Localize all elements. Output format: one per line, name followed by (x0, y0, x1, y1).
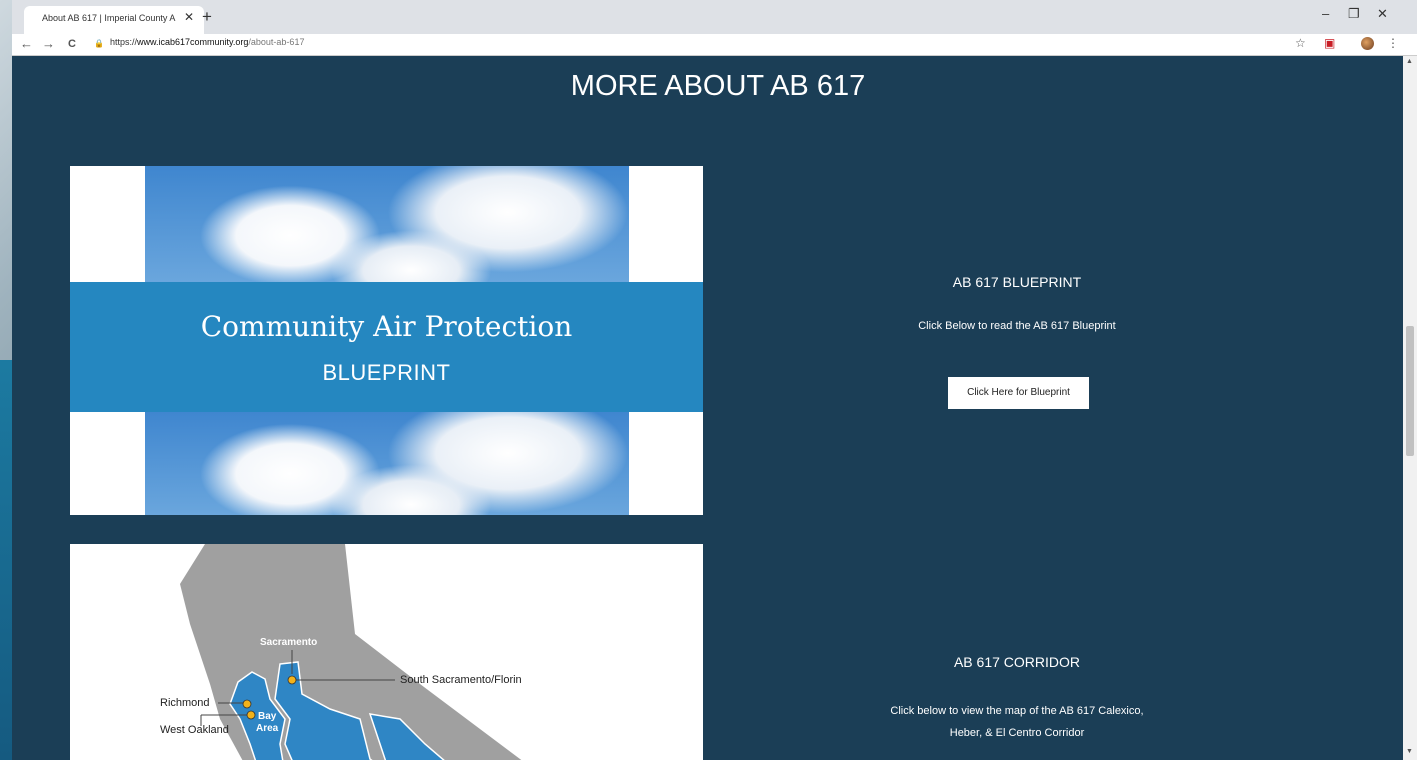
scrollbar-thumb[interactable] (1406, 326, 1414, 456)
url-host: www.icab617community.org (137, 37, 249, 47)
blueprint-description: Click Below to read the AB 617 Blueprint (918, 320, 1116, 332)
url-path: /about-ab-617 (248, 37, 305, 47)
map-label-south-sacramento: South Sacramento/Florin (400, 674, 522, 686)
corridor-description-line1: Click below to view the map of the AB 61… (890, 705, 1144, 717)
map-label-bay: Bay (258, 711, 277, 722)
page-content: MORE ABOUT AB 617 Community Air Protecti… (12, 56, 1403, 760)
california-map-image: Sacramento South Sacramento/Florin Richm… (70, 544, 703, 760)
corridor-heading: AB 617 CORRIDOR (953, 654, 1081, 670)
scroll-up-icon[interactable]: ▲ (1406, 58, 1413, 65)
avatar-icon[interactable] (1361, 37, 1374, 50)
corridor-description-line2: Heber, & El Centro Corridor (949, 727, 1085, 739)
address-bar[interactable]: https://www.icab617community.org/about-a… (110, 37, 304, 47)
blueprint-heading: AB 617 BLUEPRINT (952, 274, 1082, 290)
map-label-west-oakland: West Oakland (160, 724, 229, 736)
new-tab-button[interactable]: + (202, 7, 212, 27)
scroll-down-icon[interactable]: ▼ (1406, 748, 1413, 755)
blueprint-banner: Community Air Protection BLUEPRINT (70, 282, 703, 412)
west-oakland-marker (246, 710, 256, 720)
blueprint-banner-title: Community Air Protection (200, 310, 573, 343)
lock-icon: 🔒 (94, 39, 104, 48)
scrollbar[interactable]: ▲ ▼ (1403, 56, 1417, 760)
map-label-richmond: Richmond (160, 697, 210, 709)
browser-window: About AB 617 | Imperial County A ✕ + – ❐… (12, 0, 1417, 760)
back-icon[interactable]: ← (20, 36, 33, 51)
close-window-icon[interactable]: ✕ (1377, 6, 1388, 22)
map-label-sacramento: Sacramento (260, 637, 318, 648)
pdf-icon[interactable]: ▣ (1324, 36, 1335, 50)
tab-bar: About AB 617 | Imperial County A ✕ + – ❐… (12, 0, 1417, 34)
browser-toolbar: ← → C 🔒 https://www.icab617community.org… (12, 34, 1417, 56)
url-scheme: https:// (110, 37, 138, 47)
map-label-area: Area (256, 723, 279, 734)
south-sac-marker (287, 675, 297, 685)
menu-icon[interactable]: ⋮ (1387, 36, 1399, 50)
blueprint-button[interactable]: Click Here for Blueprint (948, 377, 1089, 409)
minimize-icon[interactable]: – (1322, 6, 1329, 21)
corridor-description: Click below to view the map of the AB 61… (847, 700, 1187, 744)
tab-close-icon[interactable]: ✕ (184, 10, 194, 24)
browser-tab[interactable]: About AB 617 | Imperial County A (24, 6, 204, 34)
richmond-marker (242, 699, 252, 709)
sky-image-top (145, 166, 629, 282)
restore-icon[interactable]: ❐ (1348, 6, 1360, 22)
page-title: MORE ABOUT AB 617 (570, 70, 866, 102)
forward-icon[interactable]: → (42, 36, 55, 51)
sky-image-bottom (145, 412, 629, 515)
blueprint-image: Community Air Protection BLUEPRINT (70, 166, 703, 515)
reload-icon[interactable]: C (68, 38, 76, 50)
star-icon[interactable]: ☆ (1295, 36, 1306, 50)
blueprint-banner-subtitle: BLUEPRINT (322, 360, 451, 385)
tab-title: About AB 617 | Imperial County A (42, 13, 176, 23)
